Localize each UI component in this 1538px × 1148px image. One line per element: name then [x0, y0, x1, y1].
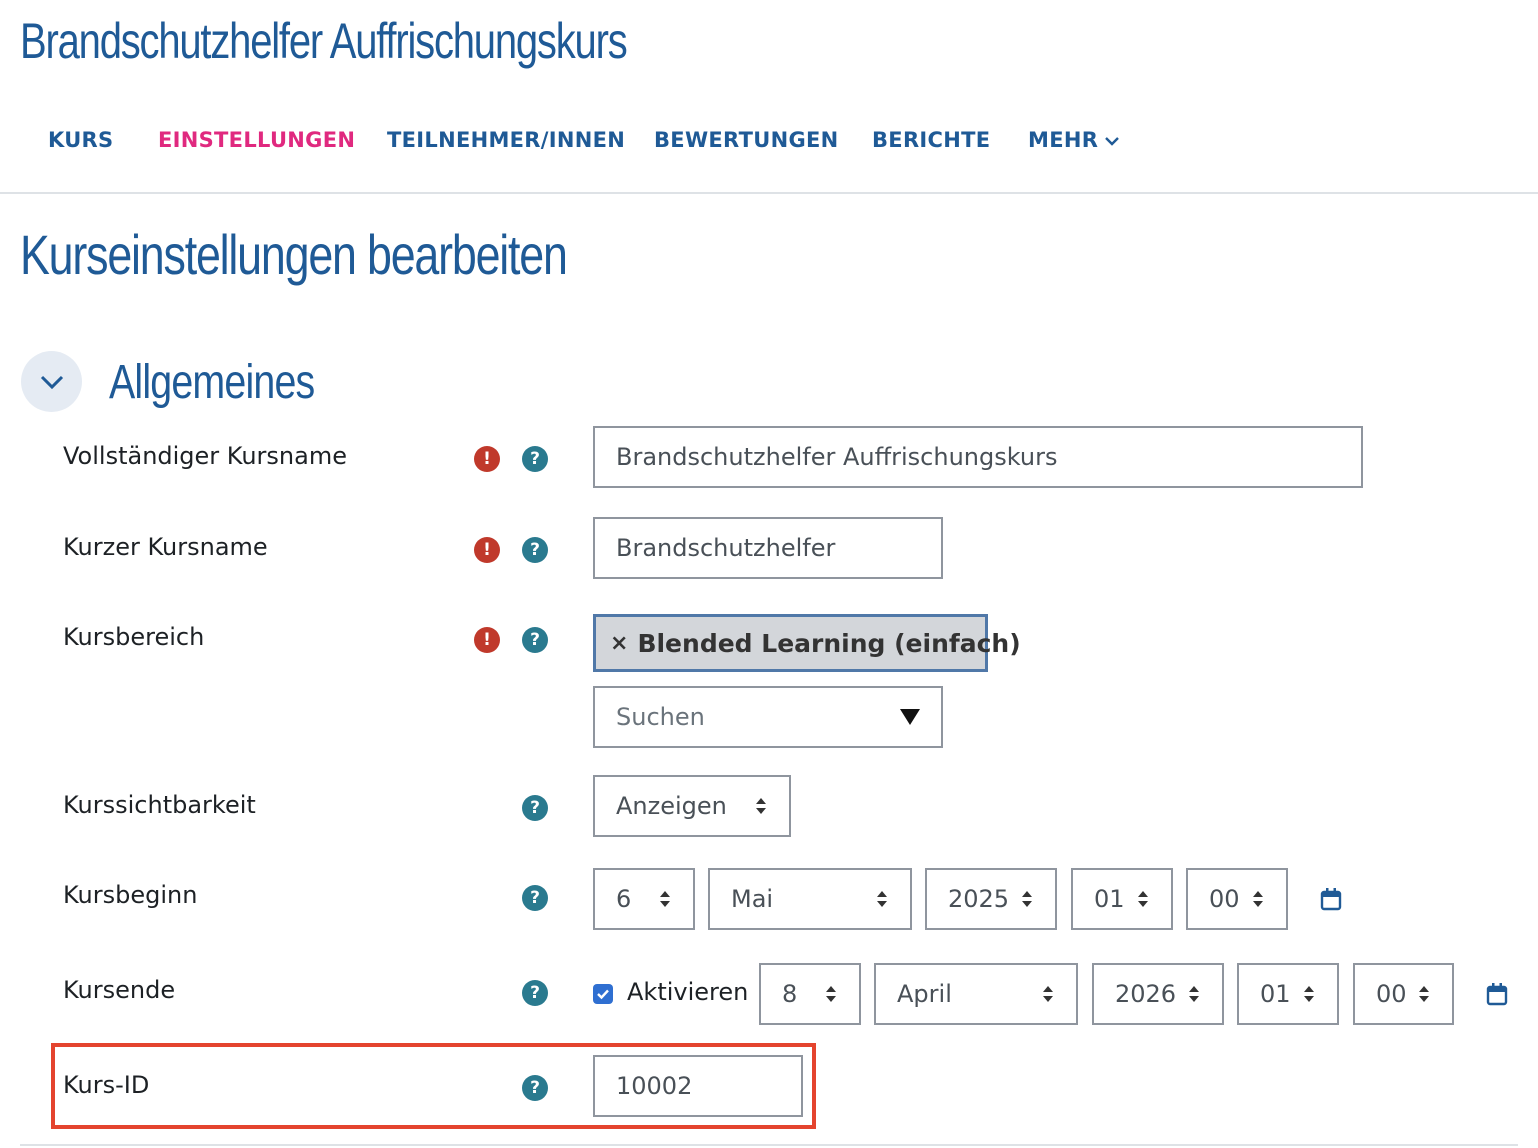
- secondary-navigation: KURS EINSTELLUNGEN TEILNEHMER/INNEN BEWE…: [0, 112, 1538, 194]
- idnumber-input[interactable]: 10002: [593, 1055, 803, 1117]
- sort-arrows-icon: [1022, 891, 1032, 907]
- enddate-enable-checkbox[interactable]: [593, 984, 613, 1004]
- sort-arrows-icon: [1253, 891, 1263, 907]
- nav-tab-einstellungen[interactable]: EINSTELLUNGEN: [158, 128, 355, 152]
- section-collapse-button[interactable]: [21, 351, 82, 412]
- category-search-input[interactable]: Suchen: [593, 686, 943, 748]
- category-selected-tag: × Blended Learning (einfach): [593, 614, 1021, 672]
- startdate-day-select[interactable]: 6: [593, 868, 695, 930]
- calendar-icon[interactable]: [1320, 887, 1342, 911]
- category-search-placeholder: Suchen: [616, 703, 705, 731]
- remove-tag-icon[interactable]: ×: [610, 631, 628, 656]
- enddate-month-value: April: [897, 980, 952, 1008]
- enddate-hour-value: 01: [1260, 980, 1291, 1008]
- sort-arrows-icon: [1189, 986, 1199, 1002]
- chevron-down-icon: [1105, 137, 1120, 146]
- required-icon: !: [474, 627, 500, 653]
- enddate-minute-select[interactable]: 00: [1353, 963, 1454, 1025]
- page-heading: Kurseinstellungen bearbeiten: [20, 223, 568, 286]
- nav-tab-mehr[interactable]: MEHR: [1028, 128, 1120, 152]
- help-icon[interactable]: ?: [522, 795, 548, 821]
- enddate-minute-value: 00: [1376, 980, 1407, 1008]
- idnumber-value: 10002: [616, 1072, 693, 1100]
- help-icon[interactable]: ?: [522, 885, 548, 911]
- nav-tab-kurs[interactable]: KURS: [48, 128, 113, 152]
- shortname-input[interactable]: Brandschutzhelfer: [593, 517, 943, 579]
- checkmark-icon: [597, 989, 609, 1000]
- nav-tab-berichte[interactable]: BERICHTE: [872, 128, 990, 152]
- course-title: Brandschutzhelfer Auffrischungskurs: [20, 13, 628, 69]
- startdate-month-select[interactable]: Mai: [708, 868, 912, 930]
- category-label: Kursbereich: [63, 623, 205, 651]
- fullname-input[interactable]: Brandschutzhelfer Auffrischungskurs: [593, 426, 1363, 488]
- enddate-hour-select[interactable]: 01: [1237, 963, 1339, 1025]
- startdate-minute-select[interactable]: 00: [1186, 868, 1288, 930]
- nav-tab-mehr-label: MEHR: [1028, 128, 1099, 152]
- sort-arrows-icon: [756, 798, 766, 814]
- sort-arrows-icon: [660, 891, 670, 907]
- startdate-month-value: Mai: [731, 885, 774, 913]
- section-title: Allgemeines: [109, 356, 315, 409]
- enddate-year-select[interactable]: 2026: [1092, 963, 1224, 1025]
- startdate-hour-select[interactable]: 01: [1071, 868, 1173, 930]
- sort-arrows-icon: [1138, 891, 1148, 907]
- visibility-value: Anzeigen: [616, 792, 727, 820]
- enddate-enable-label[interactable]: Aktivieren: [627, 978, 748, 1006]
- startdate-minute-value: 00: [1209, 885, 1240, 913]
- nav-tab-teilnehmer[interactable]: TEILNEHMER/INNEN: [387, 128, 625, 152]
- section-divider: [20, 1144, 1518, 1146]
- enddate-day-select[interactable]: 8: [759, 963, 861, 1025]
- shortname-label: Kurzer Kursname: [63, 533, 268, 561]
- enddate-label: Kursende: [63, 976, 176, 1004]
- help-icon[interactable]: ?: [522, 627, 548, 653]
- dropdown-triangle-icon[interactable]: [899, 708, 921, 726]
- shortname-value: Brandschutzhelfer: [616, 534, 836, 562]
- startdate-year-select[interactable]: 2025: [925, 868, 1057, 930]
- required-icon: !: [474, 537, 500, 563]
- help-icon[interactable]: ?: [522, 537, 548, 563]
- required-icon: !: [474, 446, 500, 472]
- help-icon[interactable]: ?: [522, 1075, 548, 1101]
- category-selected-label: Blended Learning (einfach): [637, 628, 1021, 658]
- enddate-month-select[interactable]: April: [874, 963, 1078, 1025]
- sort-arrows-icon: [826, 986, 836, 1002]
- visibility-select[interactable]: Anzeigen: [593, 775, 791, 837]
- help-icon[interactable]: ?: [522, 980, 548, 1006]
- sort-arrows-icon: [877, 891, 887, 907]
- sort-arrows-icon: [1419, 986, 1429, 1002]
- enddate-year-value: 2026: [1115, 980, 1177, 1008]
- fullname-value: Brandschutzhelfer Auffrischungskurs: [616, 443, 1058, 471]
- enddate-day-value: 8: [782, 980, 798, 1008]
- sort-arrows-icon: [1043, 986, 1053, 1002]
- help-icon[interactable]: ?: [522, 446, 548, 472]
- nav-tab-bewertungen[interactable]: BEWERTUNGEN: [654, 128, 839, 152]
- calendar-icon[interactable]: [1486, 982, 1508, 1006]
- fullname-label: Vollständiger Kursname: [63, 442, 347, 470]
- sort-arrows-icon: [1304, 986, 1314, 1002]
- visibility-label: Kurssichtbarkeit: [63, 791, 256, 819]
- startdate-day-value: 6: [616, 885, 632, 913]
- startdate-label: Kursbeginn: [63, 881, 198, 909]
- chevron-down-icon: [40, 375, 63, 389]
- startdate-hour-value: 01: [1094, 885, 1125, 913]
- idnumber-label: Kurs-ID: [63, 1071, 150, 1099]
- startdate-year-value: 2025: [948, 885, 1010, 913]
